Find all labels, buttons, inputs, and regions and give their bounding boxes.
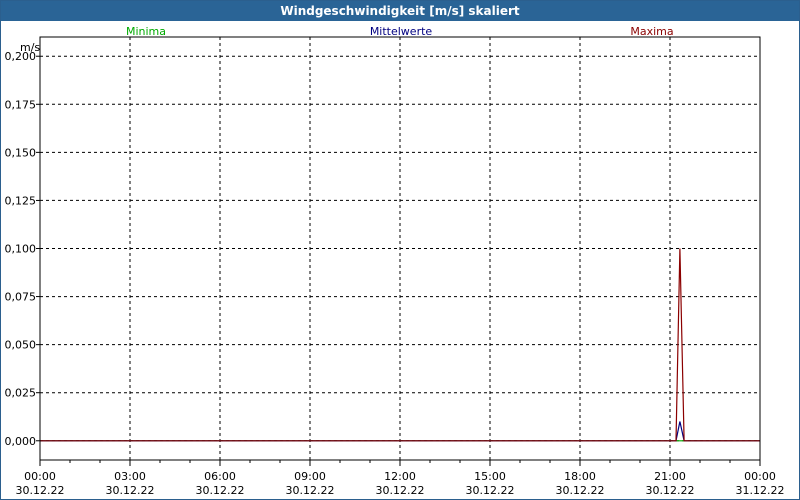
x-tick-time-label: 03:00	[114, 470, 146, 483]
x-tick-time-label: 06:00	[204, 470, 236, 483]
x-tick-date-label: 30.12.22	[556, 484, 605, 497]
legend-entry: Minima	[126, 25, 166, 38]
x-tick-date-label: 31.12.22	[736, 484, 785, 497]
y-tick-label: 0,200	[5, 50, 37, 63]
legend-entry: Maxima	[630, 25, 673, 38]
y-tick-label: 0,025	[5, 387, 37, 400]
y-tick-label: 0,000	[5, 435, 37, 448]
x-axis: 00:0030.12.2203:0030.12.2206:0030.12.220…	[16, 460, 785, 497]
y-tick-label: 0,150	[5, 146, 37, 159]
x-tick-date-label: 30.12.22	[376, 484, 425, 497]
x-tick-time-label: 21:00	[654, 470, 686, 483]
y-tick-label: 0,075	[5, 291, 37, 304]
x-tick-date-label: 30.12.22	[16, 484, 65, 497]
legend: Minima Mittelwerte Maxima	[126, 25, 674, 38]
y-tick-label: 0,050	[5, 339, 37, 352]
x-tick-date-label: 30.12.22	[196, 484, 245, 497]
series-line	[40, 421, 760, 442]
x-tick-time-label: 12:00	[384, 470, 416, 483]
x-tick-date-label: 30.12.22	[286, 484, 335, 497]
x-tick-time-label: 09:00	[294, 470, 326, 483]
x-tick-time-label: 00:00	[744, 470, 776, 483]
grid	[40, 37, 760, 460]
chart: Minima Mittelwerte Maxima m/s 0,0000,0250,…	[5, 25, 785, 497]
x-tick-time-label: 00:00	[24, 470, 56, 483]
x-tick-date-label: 30.12.22	[106, 484, 155, 497]
y-tick-label: 0,100	[5, 243, 37, 256]
legend-entry: Mittelwerte	[370, 25, 433, 38]
x-tick-time-label: 18:00	[564, 470, 596, 483]
y-tick-label: 0,175	[5, 98, 37, 111]
x-tick-time-label: 15:00	[474, 470, 506, 483]
y-axis: 0,000 0,025 0,050 0,075 0,100 0,125 0,150 0,175…	[5, 50, 40, 448]
x-tick-date-label: 30.12.22	[646, 484, 695, 497]
y-tick-label: 0,125	[5, 194, 37, 207]
x-tick-date-label: 30.12.22	[466, 484, 515, 497]
